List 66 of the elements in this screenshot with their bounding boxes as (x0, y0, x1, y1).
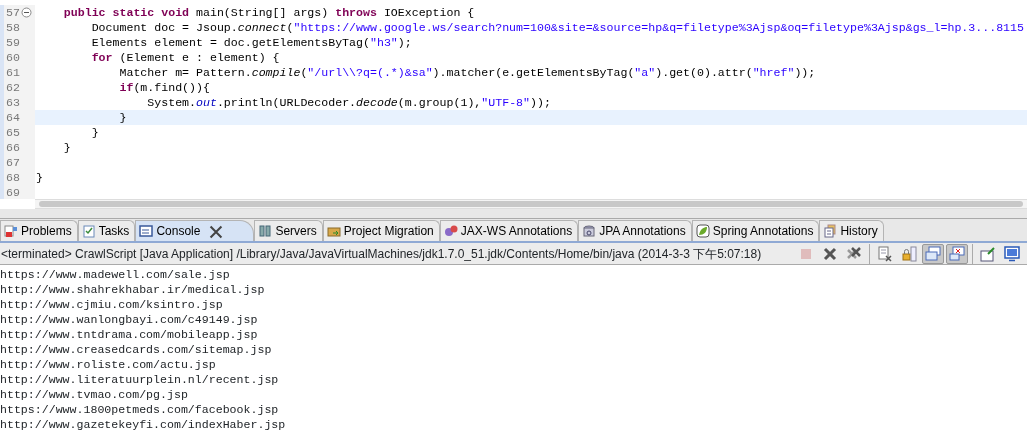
code-line: } (62, 141, 71, 154)
code-line: for (Element e : element) { (90, 51, 280, 64)
line-number: 63 (6, 94, 20, 111)
code-line: Document doc = Jsoup.connect("https://www.google.ws/search?num=100&site=&source=hp&q=filetype%3Ajsp&oq=filetype%3Ajsp&gs_l=hp.3...8115 (90, 21, 1024, 34)
horizontal-scrollbar[interactable] (35, 199, 1027, 209)
monitor-button[interactable] (1001, 243, 1023, 264)
code-line: if(m.find()){ (118, 81, 210, 94)
monitor-button[interactable] (922, 243, 944, 264)
fold-icon[interactable] (20, 7, 32, 18)
document-stack-icon (823, 224, 838, 238)
console-status: <terminated> CrawlScript [Java Application] /Library/Java/JavaVirtualMachines/jdk1.7.0_51.jdk/Contents/Home/bin/java (2014-3-3 下午5:07:18) (0, 245, 763, 263)
folder-icon (326, 224, 341, 238)
view-tab[interactable]: Problems (0, 220, 78, 241)
line-number: 62 (6, 79, 20, 96)
line-number: 60 (6, 49, 20, 66)
pin-icon (980, 245, 996, 262)
database-icon (582, 224, 597, 238)
lock-icon (901, 245, 917, 262)
console-output-line: http://www.tntdrama.com/mobileapp.jsp (0, 327, 259, 342)
console-output-line: http://www.creasedcards.com/sitemap.jsp (0, 342, 273, 357)
console-output-line: http://www.tvmao.com/pg.jsp (0, 387, 189, 402)
code-line: public static void main(String[] args) throws IOException { (62, 6, 475, 19)
view-tab[interactable]: JPA Annotations (578, 220, 692, 241)
checklist-icon (81, 224, 96, 238)
line-number: 67 (6, 154, 20, 171)
line-number: 58 (6, 19, 20, 36)
view-tab[interactable]: Console (135, 220, 255, 241)
servers-icon (258, 224, 273, 238)
remove-icon (822, 245, 838, 262)
code-line: System.out.println(URLDecoder.decode(m.group(1),"UTF-8")); (146, 96, 551, 109)
code-line: } (90, 126, 99, 139)
code-line: Elements element = doc.getElementsByTag("h3"); (90, 36, 412, 49)
line-number: 59 (6, 34, 20, 51)
leaf-icon (695, 224, 710, 238)
line-number: 66 (6, 139, 20, 156)
view-tab[interactable]: Servers (254, 220, 323, 241)
line-number: 65 (6, 124, 20, 141)
problems-icon (4, 224, 18, 238)
monitor-error-button[interactable] (946, 243, 968, 264)
console-output-line: https://www.madewell.com/sale.jsp (0, 267, 231, 282)
console-output-line: http://www.wanlongbayi.com/c49149.jsp (0, 312, 259, 327)
line-number: 57 (6, 4, 20, 21)
clear-icon (877, 245, 893, 262)
code-line: Matcher m= Pattern.compile("/url\\?q=(.*)&sa").matcher(e.getElementsByTag("a").get(0).attr("href")); (118, 66, 816, 79)
view-tab[interactable]: History (819, 220, 884, 241)
code-line: } (118, 111, 127, 124)
console-output-line: http://www.gazetekeyfi.com/indexHaber.jsp (0, 417, 287, 432)
molecule-icon (443, 224, 458, 238)
view-tab[interactable]: Tasks (77, 220, 136, 241)
monitor-icon (1004, 245, 1020, 262)
console-output-line: http://www.shahrekhabar.ir/medical.jsp (0, 282, 266, 297)
console-output-line: http://www.roliste.com/actu.jsp (0, 357, 217, 372)
console-output-line: https://www.1800petmeds.com/facebook.jsp (0, 402, 280, 417)
view-tab[interactable]: Spring Annotations (691, 220, 820, 241)
line-number: 61 (6, 64, 20, 81)
line-number: 64 (6, 109, 20, 126)
console-output-line: http://www.literatuurplein.nl/recent.jsp (0, 372, 280, 387)
code-line: } (36, 171, 43, 184)
line-number: 68 (6, 169, 20, 186)
view-tab[interactable]: JAX-WS Annotations (439, 220, 579, 241)
monitor-icon (925, 245, 941, 262)
line-number: 69 (6, 184, 20, 199)
console-icon (139, 224, 154, 238)
view-tab[interactable]: Project Migration (322, 220, 440, 241)
console-output-line: http://www.cjmiu.com/ksintro.jsp (0, 297, 224, 312)
monitor-error-icon (949, 245, 965, 262)
